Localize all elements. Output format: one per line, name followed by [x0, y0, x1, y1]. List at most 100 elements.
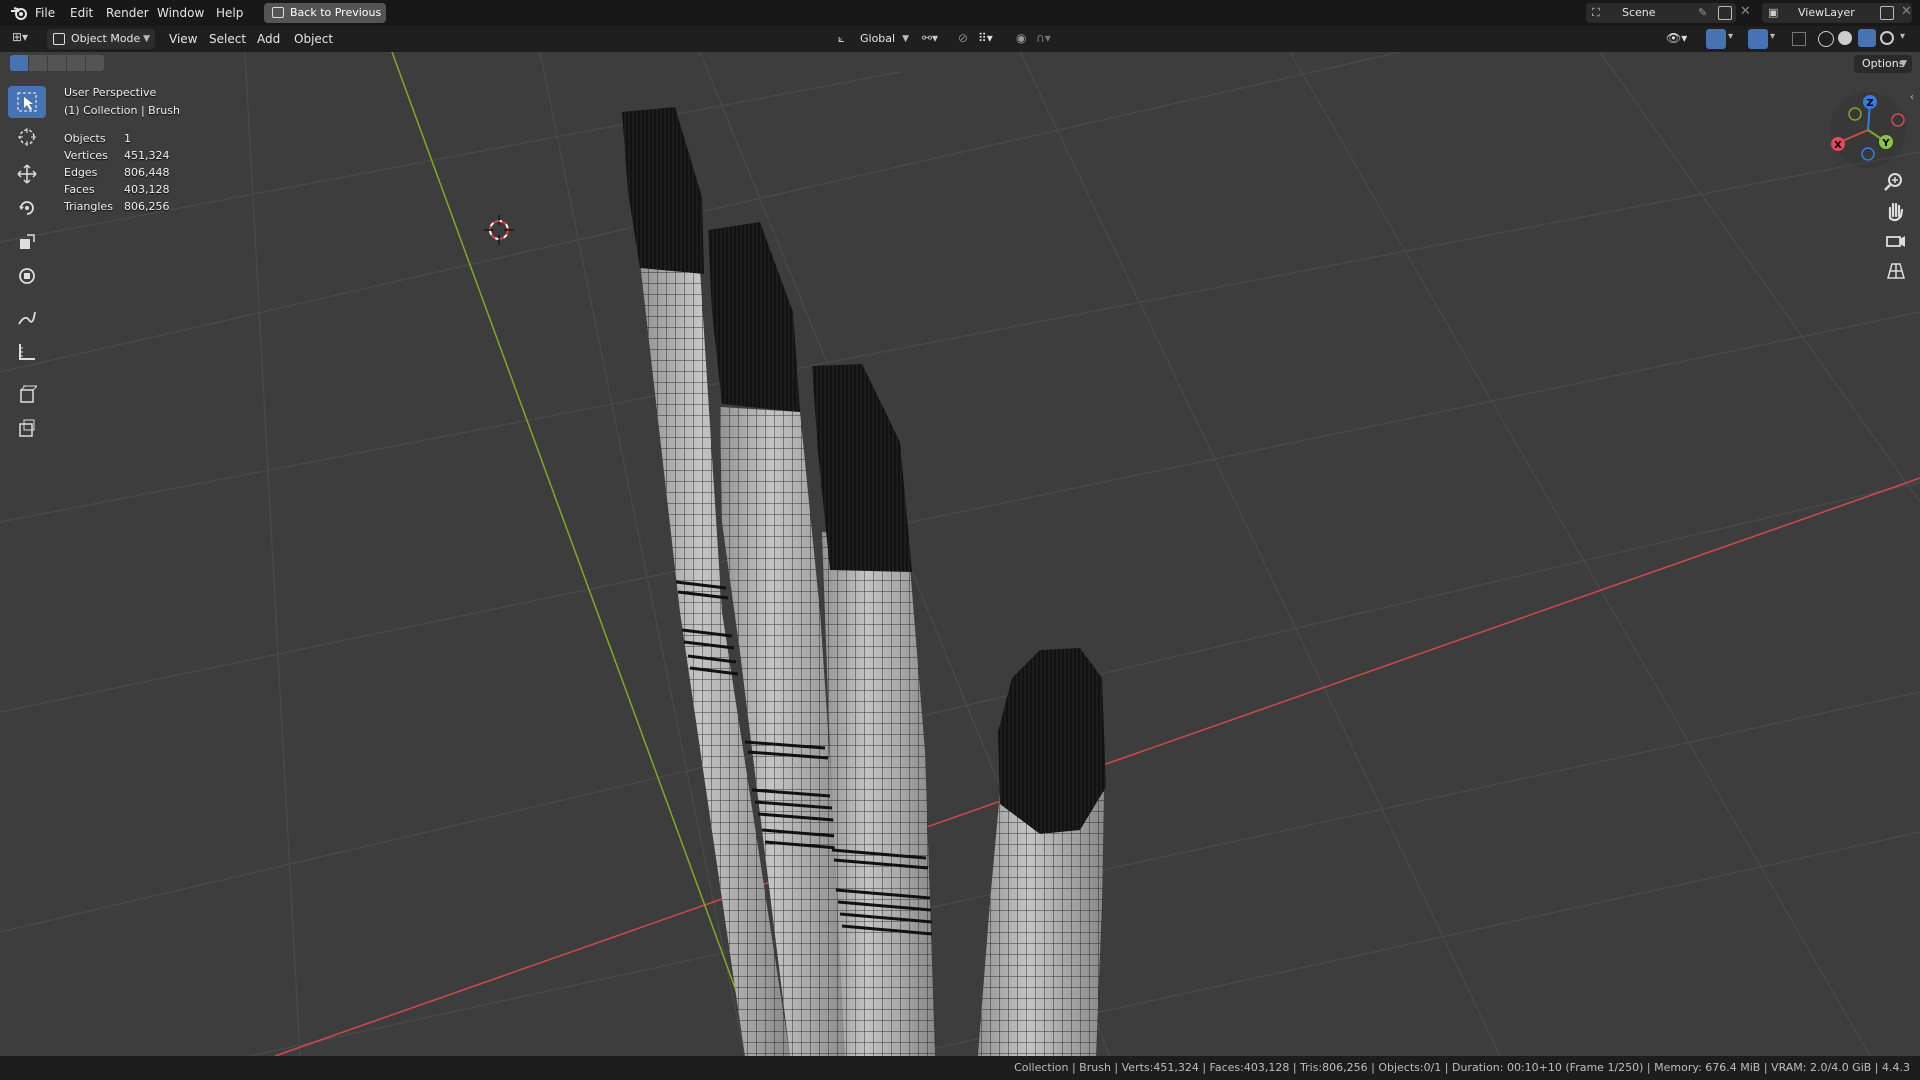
tool-annotate[interactable]: [8, 302, 46, 334]
pan-hand-icon[interactable]: [1882, 198, 1910, 226]
navigation-gizmo[interactable]: Z Y X: [1828, 90, 1908, 170]
annotate-icon: [18, 311, 36, 325]
back-to-previous-label: Back to Previous: [290, 6, 382, 19]
visibility-icon[interactable]: 👁▾: [1666, 31, 1687, 45]
gizmo-toggle-icon[interactable]: [1706, 29, 1726, 49]
tool-scale[interactable]: [8, 226, 46, 258]
blender-logo-icon[interactable]: [10, 5, 28, 21]
stat-value: 806,448: [124, 166, 170, 179]
delete-view-layer-icon[interactable]: ✕: [1901, 4, 1912, 19]
3d-viewport[interactable]: User Perspective (1) Collection | Brush …: [0, 52, 1920, 1056]
tool-extrude[interactable]: [8, 412, 46, 444]
shading-solid-icon[interactable]: [1838, 31, 1852, 45]
transform-orientation-dropdown[interactable]: ⟀ Global ▼: [838, 29, 914, 49]
object-mode-label: Object Mode: [71, 32, 141, 45]
measure-icon: [19, 344, 35, 360]
menu-render[interactable]: Render: [106, 0, 149, 26]
overlays-dropdown-icon[interactable]: ▾: [1770, 31, 1775, 42]
stat-value: 806,256: [124, 200, 170, 213]
stat-label: Objects: [64, 132, 106, 145]
scale-icon: [20, 234, 35, 249]
chevron-down-icon: ▼: [902, 34, 909, 44]
select-new-icon[interactable]: [10, 55, 28, 71]
brush-mesh-4[interactable]: [978, 648, 1106, 1056]
floor-grid: [0, 52, 1920, 1056]
cursor-icon: [18, 128, 36, 146]
menu-object[interactable]: Object: [294, 26, 333, 52]
scene-icon: ⛶: [1592, 6, 1600, 19]
menu-help[interactable]: Help: [216, 0, 243, 26]
tool-cursor[interactable]: [8, 121, 46, 153]
new-view-layer-icon[interactable]: [1880, 6, 1894, 20]
menu-select[interactable]: Select: [209, 26, 246, 52]
snap-toggle-icon[interactable]: ⊘: [958, 31, 968, 45]
chevron-down-icon: ▼: [1900, 59, 1907, 69]
select-intersect-icon[interactable]: [86, 55, 104, 71]
orientation-icon: ⟀: [838, 32, 845, 45]
perspective-toggle-icon[interactable]: [1882, 258, 1910, 286]
gizmo-y-label: Y: [1881, 138, 1890, 149]
pivot-point-icon[interactable]: ⚯▾: [922, 31, 938, 45]
chevron-down-icon: ▼: [143, 34, 150, 44]
tool-transform[interactable]: [8, 260, 46, 292]
select-invert-icon[interactable]: [67, 55, 85, 71]
extrude-icon: [19, 419, 35, 437]
select-extend-icon[interactable]: [29, 55, 47, 71]
xray-toggle-icon[interactable]: [1792, 32, 1806, 46]
gizmo-z-label: Z: [1866, 98, 1873, 109]
pin-icon[interactable]: ✎: [1698, 3, 1707, 23]
tool-measure[interactable]: [8, 336, 46, 368]
back-to-previous-button[interactable]: Back to Previous: [264, 3, 386, 23]
menu-view[interactable]: View: [169, 26, 197, 52]
tool-select-box[interactable]: [8, 86, 46, 118]
shading-dropdown-icon[interactable]: ▾: [1900, 31, 1905, 42]
gizmo-dropdown-icon[interactable]: ▾: [1728, 31, 1733, 42]
shading-wireframe-icon[interactable]: [1818, 31, 1834, 47]
scene-name: Scene: [1622, 6, 1656, 19]
perspective-label: User Perspective: [64, 86, 157, 99]
move-icon: [17, 164, 37, 184]
stat-label: Faces: [64, 183, 95, 196]
menu-window[interactable]: Window: [157, 0, 204, 26]
proportional-editing-icon[interactable]: ◉: [1016, 31, 1026, 45]
shading-rendered-icon[interactable]: [1880, 31, 1894, 45]
select-subtract-icon[interactable]: [48, 55, 66, 71]
stat-value: 1: [124, 132, 131, 145]
scene-canvas[interactable]: [0, 52, 1920, 1056]
rotate-icon: [19, 201, 34, 215]
shading-material-icon[interactable]: [1858, 29, 1876, 47]
delete-scene-icon[interactable]: ✕: [1740, 4, 1751, 19]
view-layer-icon: ▣: [1768, 6, 1779, 19]
top-bar: File Edit Render Window Help Back to Pre…: [0, 0, 1920, 26]
zoom-icon[interactable]: [1882, 168, 1910, 196]
object-mode-dropdown[interactable]: Object Mode ▼: [47, 29, 155, 49]
stat-label: Edges: [64, 166, 98, 179]
scene-selector[interactable]: ⛶ Scene ✎: [1586, 3, 1736, 23]
editor-type-icon[interactable]: ⊞▾: [12, 30, 40, 48]
menu-add[interactable]: Add: [257, 26, 280, 52]
view-layer-name: ViewLayer: [1798, 6, 1855, 19]
gizmo-x-label: X: [1834, 140, 1842, 151]
object-mode-icon: [53, 33, 65, 45]
tool-move[interactable]: [8, 158, 46, 190]
tool-rotate[interactable]: [8, 192, 46, 224]
menu-file[interactable]: File: [35, 0, 55, 26]
status-bar: Collection | Brush | Verts:451,324 | Fac…: [0, 1056, 1920, 1080]
stat-label: Vertices: [64, 149, 108, 162]
3d-cursor-icon[interactable]: [484, 215, 514, 245]
select-box-icon: [17, 92, 37, 112]
falloff-icon[interactable]: ∩▾: [1036, 31, 1051, 45]
camera-view-icon[interactable]: [1882, 228, 1910, 256]
snap-target-icon[interactable]: ⠿▾: [978, 31, 993, 45]
overlays-toggle-icon[interactable]: [1748, 29, 1768, 49]
options-label: Options: [1862, 57, 1905, 70]
new-scene-icon[interactable]: [1718, 6, 1732, 20]
options-dropdown[interactable]: Options ▼: [1854, 55, 1912, 73]
stat-label: Triangles: [64, 200, 113, 213]
stat-value: 403,128: [124, 183, 170, 196]
sidebar-toggle-icon[interactable]: ‹: [1910, 92, 1914, 103]
tool-add-cube[interactable]: [8, 378, 46, 410]
status-text: Collection | Brush | Verts:451,324 | Fac…: [1014, 1061, 1910, 1074]
menu-edit[interactable]: Edit: [70, 0, 93, 26]
collection-label: (1) Collection | Brush: [64, 104, 180, 117]
